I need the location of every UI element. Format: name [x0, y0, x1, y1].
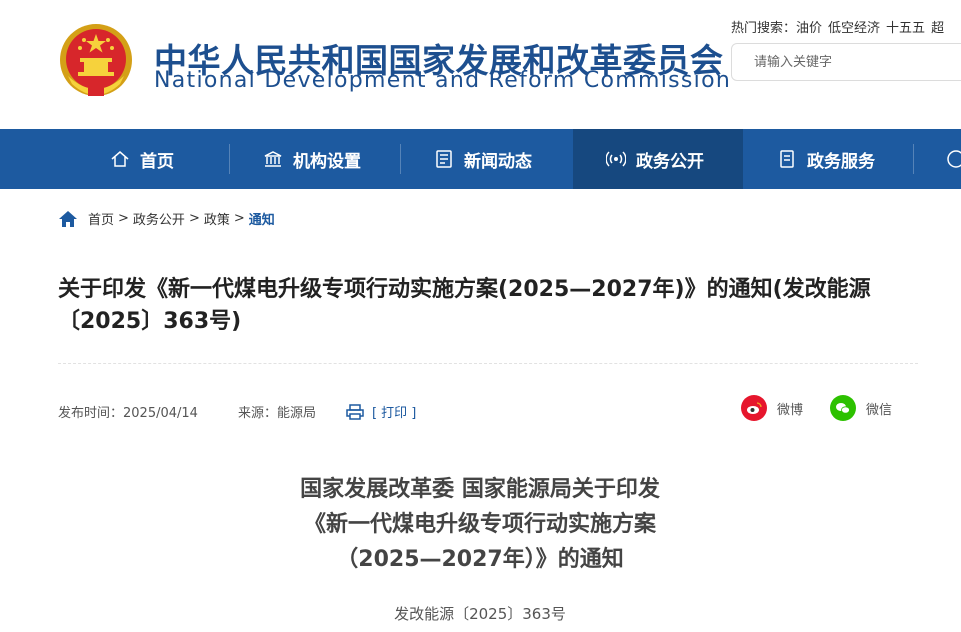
nav-item-gov-affairs[interactable]: 政务公开: [573, 129, 743, 189]
clock-icon[interactable]: [946, 149, 961, 169]
main-nav: 首页 机构设置 新闻动态 政务公开 政务服务: [0, 129, 961, 189]
search-box: [731, 43, 961, 81]
nav-item-label: 政务服务: [807, 151, 875, 172]
hot-search-item[interactable]: 超: [931, 21, 944, 36]
document-title-line: （2025—2027年）》的通知: [336, 547, 624, 572]
print-button[interactable]: [ 打印 ]: [372, 402, 416, 421]
nav-separator: [229, 144, 230, 174]
weibo-icon: [741, 395, 767, 421]
broadcast-icon: [606, 151, 626, 167]
institution-icon: [264, 151, 282, 167]
breadcrumb-link[interactable]: 首页: [88, 209, 114, 228]
document-title-line: 《新一代煤电升级专项行动实施方案: [303, 512, 656, 537]
nav-separator: [913, 144, 914, 174]
breadcrumb-separator: >: [118, 211, 129, 226]
wechat-icon: [830, 395, 856, 421]
article-source: 来源：能源局: [237, 406, 316, 421]
search-input[interactable]: [752, 54, 956, 71]
breadcrumb-link[interactable]: 政策: [204, 209, 230, 228]
breadcrumb-current[interactable]: 通知: [249, 209, 275, 228]
nav-item-label: 政务公开: [636, 151, 704, 172]
nav-item-label: 新闻动态: [464, 151, 532, 172]
nav-item-news[interactable]: 新闻动态: [434, 129, 532, 189]
news-icon: [436, 150, 452, 168]
hot-search-label: 热门搜索：: [731, 21, 797, 36]
article-meta: 发布时间：2025/04/14 来源：能源局 [ 打印 ]: [58, 402, 416, 421]
national-emblem-icon[interactable]: [58, 22, 134, 100]
publish-time: 发布时间：2025/04/14: [58, 406, 198, 421]
site-title-en[interactable]: National Development and Reform Commissi…: [154, 68, 731, 93]
site-header: 中华人民共和国国家发展和改革委员会 National Development a…: [0, 0, 961, 129]
hot-search-item[interactable]: 低空经济: [828, 21, 880, 36]
printer-icon[interactable]: [346, 403, 364, 420]
nav-separator: [400, 144, 401, 174]
divider: [58, 363, 918, 364]
home-icon: [111, 151, 129, 167]
breadcrumb: 首页 > 政务公开 > 政策 > 通知: [58, 209, 275, 228]
hot-search-item[interactable]: 油价: [796, 21, 822, 36]
nav-item-gov-service[interactable]: 政务服务: [777, 129, 875, 189]
nav-item-home[interactable]: 首页: [110, 129, 174, 189]
nav-item-label: 首页: [140, 151, 174, 172]
hot-search: 热门搜索：油价 低空经济 十五五超: [731, 17, 944, 36]
nav-item-institution[interactable]: 机构设置: [263, 129, 361, 189]
breadcrumb-link[interactable]: 政务公开: [133, 209, 185, 228]
wechat-label: 微信: [866, 402, 893, 418]
document-number: 发改能源〔2025〕363号: [394, 605, 566, 623]
document-icon: [780, 150, 794, 168]
share-weibo[interactable]: 微博: [741, 395, 803, 421]
document-title: 国家发展改革委 国家能源局关于印发 《新一代煤电升级专项行动实施方案 （2025…: [180, 472, 780, 577]
nav-item-label: 机构设置: [293, 151, 361, 172]
home-icon[interactable]: [58, 210, 78, 228]
document-title-line: 国家发展改革委 国家能源局关于印发: [300, 477, 660, 502]
breadcrumb-separator: >: [188, 211, 200, 226]
hot-search-item[interactable]: 十五五: [886, 21, 925, 36]
weibo-label: 微博: [777, 402, 804, 418]
breadcrumb-separator: >: [233, 211, 245, 226]
share-wechat[interactable]: 微信: [830, 395, 892, 421]
article-title: 关于印发《新一代煤电升级专项行动实施方案(2025—2027年)》的通知(发改能…: [58, 277, 871, 334]
